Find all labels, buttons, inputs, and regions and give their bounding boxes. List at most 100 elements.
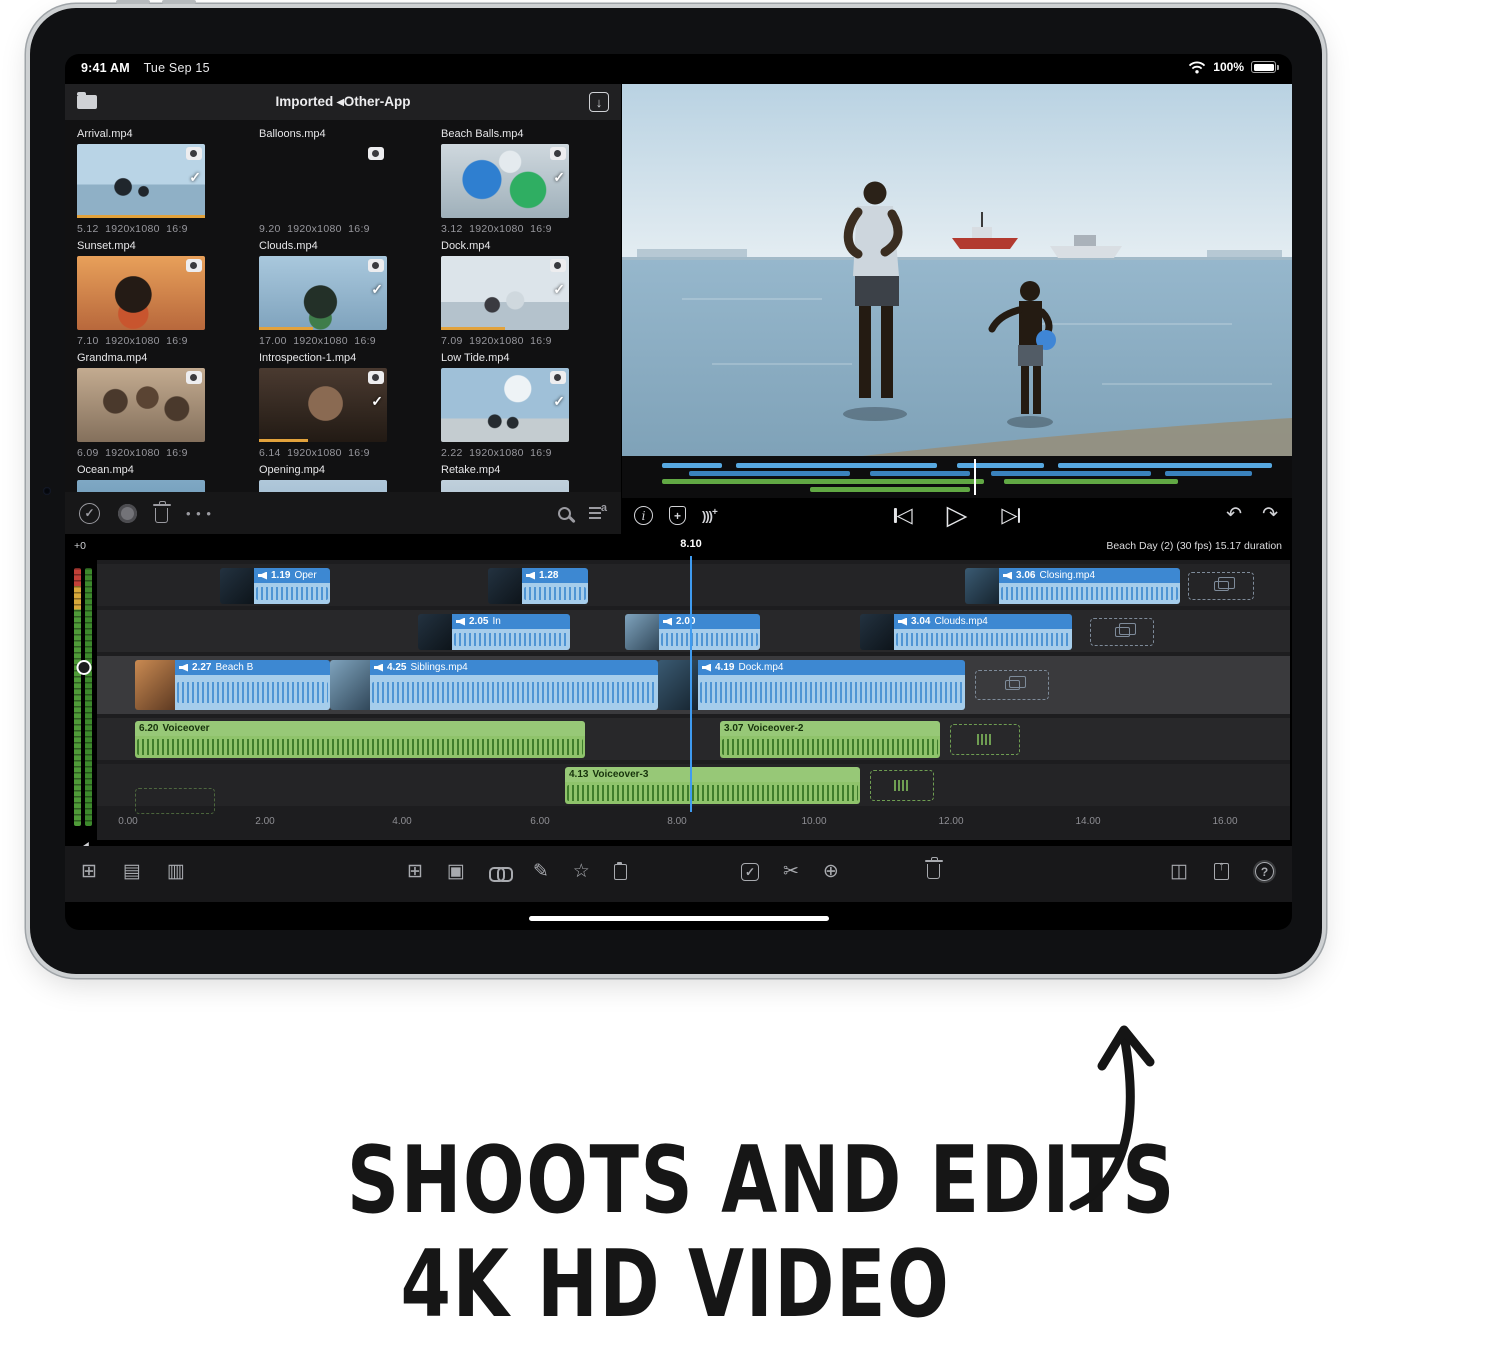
- overwrite-button[interactable]: ▣: [447, 860, 465, 883]
- transition-placeholder[interactable]: [975, 670, 1049, 700]
- trash-button[interactable]: [155, 508, 168, 523]
- preview-frame-art: [622, 84, 1292, 456]
- timeline-clip[interactable]: 3.04Clouds.mp4: [860, 614, 1072, 650]
- edit-pencil-button[interactable]: ✎: [533, 860, 549, 883]
- skip-back-button[interactable]: ◁: [894, 503, 913, 528]
- timeline-clip[interactable]: 1.28: [488, 568, 588, 604]
- timeline-clip[interactable]: 2.00: [625, 614, 760, 650]
- project-info: Beach Day (2) (30 fps) 15.17 duration: [1106, 540, 1282, 552]
- clip-thumbnail[interactable]: ✓: [441, 144, 569, 218]
- library-clip[interactable]: Arrival.mp4 ✓ 5.12 1920x1080 16:9: [77, 126, 249, 238]
- timeline-zoom-button[interactable]: ▥: [167, 860, 185, 883]
- clip-details-button[interactable]: ▤: [123, 860, 141, 883]
- volume-up-button[interactable]: [116, 0, 150, 4]
- clip-thumbnail[interactable]: [259, 480, 387, 492]
- library-clip[interactable]: Grandma.mp4 6.09 1920x1080 16:9: [77, 350, 249, 462]
- audio-wave-icon: [977, 734, 993, 745]
- video-preview[interactable]: [622, 84, 1292, 456]
- select-clips-button[interactable]: ✓: [741, 863, 759, 881]
- layout-button[interactable]: ◫: [1170, 860, 1188, 883]
- audio-placeholder[interactable]: [950, 724, 1020, 755]
- transition-icon: [1005, 680, 1020, 690]
- library-clip[interactable]: Retake.mp4: [441, 462, 613, 492]
- check-icon: ✓: [371, 281, 383, 298]
- check-icon: ✓: [553, 281, 565, 298]
- folder-icon[interactable]: [77, 95, 97, 109]
- timeline-clip[interactable]: 4.19Dock.mp4: [658, 660, 965, 710]
- clip-thumbnail[interactable]: [77, 256, 205, 330]
- info-icon[interactable]: i: [634, 506, 653, 525]
- skip-forward-button[interactable]: ▷: [1001, 503, 1020, 528]
- add-media-button[interactable]: ⊞: [81, 860, 97, 883]
- camera-badge-icon: [368, 371, 384, 384]
- clip-thumbnail[interactable]: ✓: [259, 368, 387, 442]
- link-icon[interactable]: [489, 867, 509, 879]
- gain-slider-knob[interactable]: [77, 660, 92, 675]
- timeline-audio-clip[interactable]: 3.07Voiceover-2: [720, 721, 940, 758]
- library-clip[interactable]: Beach Balls.mp4 ✓ 3.12 1920x1080 16:9: [441, 126, 613, 238]
- playhead[interactable]: [690, 556, 692, 812]
- redo-button[interactable]: ↷: [1262, 503, 1278, 526]
- marketing-caption: SHOOTS AND EDITS 4K HD VIDEO: [230, 1128, 1120, 1336]
- sort-icon[interactable]: a: [589, 505, 607, 521]
- library-clip[interactable]: Ocean.mp4: [77, 462, 249, 492]
- export-icon[interactable]: ↓: [589, 92, 609, 112]
- transition-placeholder[interactable]: [1188, 572, 1254, 600]
- front-camera: [43, 487, 51, 495]
- status-bar: 9:41 AM Tue Sep 15 100%: [65, 54, 1292, 84]
- home-indicator[interactable]: [529, 916, 829, 921]
- effects-star-button[interactable]: ☆: [573, 860, 590, 883]
- timeline-clip[interactable]: 2.27Beach B: [135, 660, 330, 710]
- camera-badge-icon: [550, 371, 566, 384]
- clip-thumbnail[interactable]: [441, 480, 569, 492]
- play-button[interactable]: ▷: [947, 500, 968, 531]
- ruler-label: 16.00: [1212, 816, 1237, 827]
- insert-button[interactable]: ⊞: [407, 860, 423, 883]
- more-button[interactable]: • • •: [186, 506, 212, 521]
- library-clip[interactable]: Introspection-1.mp4 ✓ 6.14 1920x1080 16:…: [259, 350, 431, 462]
- clip-thumbnail[interactable]: ✓: [441, 256, 569, 330]
- clipboard-icon[interactable]: [614, 864, 627, 880]
- clip-thumbnail[interactable]: [259, 144, 387, 218]
- clip-thumbnail[interactable]: [77, 480, 205, 492]
- timeline-clip[interactable]: 2.05In: [418, 614, 570, 650]
- clip-thumbnail[interactable]: ✓: [259, 256, 387, 330]
- library-clip[interactable]: Low Tide.mp4 ✓ 2.22 1920x1080 16:9: [441, 350, 613, 462]
- timeline-clip[interactable]: 1.19Oper: [220, 568, 330, 604]
- check-icon: ✓: [553, 393, 565, 410]
- share-button[interactable]: ↑: [1214, 863, 1229, 880]
- search-icon[interactable]: [558, 507, 571, 520]
- clip-thumbnail[interactable]: ✓: [77, 144, 205, 218]
- timeline-tracks[interactable]: 1.19Oper 1.28 3.06Closing.mp4 2.05In 2.0…: [97, 560, 1290, 840]
- clip-thumbnail[interactable]: [77, 368, 205, 442]
- shield-add-icon[interactable]: +: [669, 506, 686, 525]
- timeline-audio-clip[interactable]: 4.13Voiceover-3: [565, 767, 860, 804]
- settings-help-button[interactable]: ?: [1255, 862, 1274, 881]
- select-mode-button[interactable]: ✓: [79, 503, 100, 524]
- clip-thumbnail[interactable]: ✓: [441, 368, 569, 442]
- library-clip[interactable]: Sunset.mp4 7.10 1920x1080 16:9: [77, 238, 249, 350]
- library-clip[interactable]: Dock.mp4 ✓ 7.09 1920x1080 16:9: [441, 238, 613, 350]
- camera-badge-icon: [550, 259, 566, 272]
- library-clip[interactable]: Clouds.mp4 ✓ 17.00 1920x1080 16:9: [259, 238, 431, 350]
- library-clip[interactable]: Opening.mp4: [259, 462, 431, 492]
- split-scissors-button[interactable]: ✂: [783, 860, 799, 883]
- add-plus-button[interactable]: ⊕: [823, 860, 839, 883]
- overview-playhead[interactable]: [974, 459, 976, 495]
- audio-placeholder[interactable]: [870, 770, 934, 801]
- record-button[interactable]: [118, 504, 137, 523]
- audio-placeholder[interactable]: [135, 788, 215, 814]
- transition-placeholder[interactable]: [1090, 618, 1154, 646]
- add-audio-icon[interactable]: )))+: [702, 507, 717, 523]
- clip-grid: Arrival.mp4 ✓ 5.12 1920x1080 16:9 Balloo…: [65, 120, 621, 492]
- timeline-clip[interactable]: 3.06Closing.mp4: [965, 568, 1180, 604]
- undo-button[interactable]: ↶: [1226, 503, 1242, 526]
- timeline-audio-clip[interactable]: 6.20Voiceover: [135, 721, 585, 758]
- library-header: Imported ◂Other-App ↓: [65, 84, 621, 120]
- timeline-clip[interactable]: 4.25Siblings.mp4: [330, 660, 658, 710]
- delete-clip-button[interactable]: [927, 864, 940, 879]
- volume-down-button[interactable]: [162, 0, 196, 4]
- library-title[interactable]: Imported ◂Other-App: [275, 94, 410, 110]
- library-clip[interactable]: Balloons.mp4 9.20 1920x1080 16:9: [259, 126, 431, 238]
- timeline-overview[interactable]: [622, 456, 1292, 498]
